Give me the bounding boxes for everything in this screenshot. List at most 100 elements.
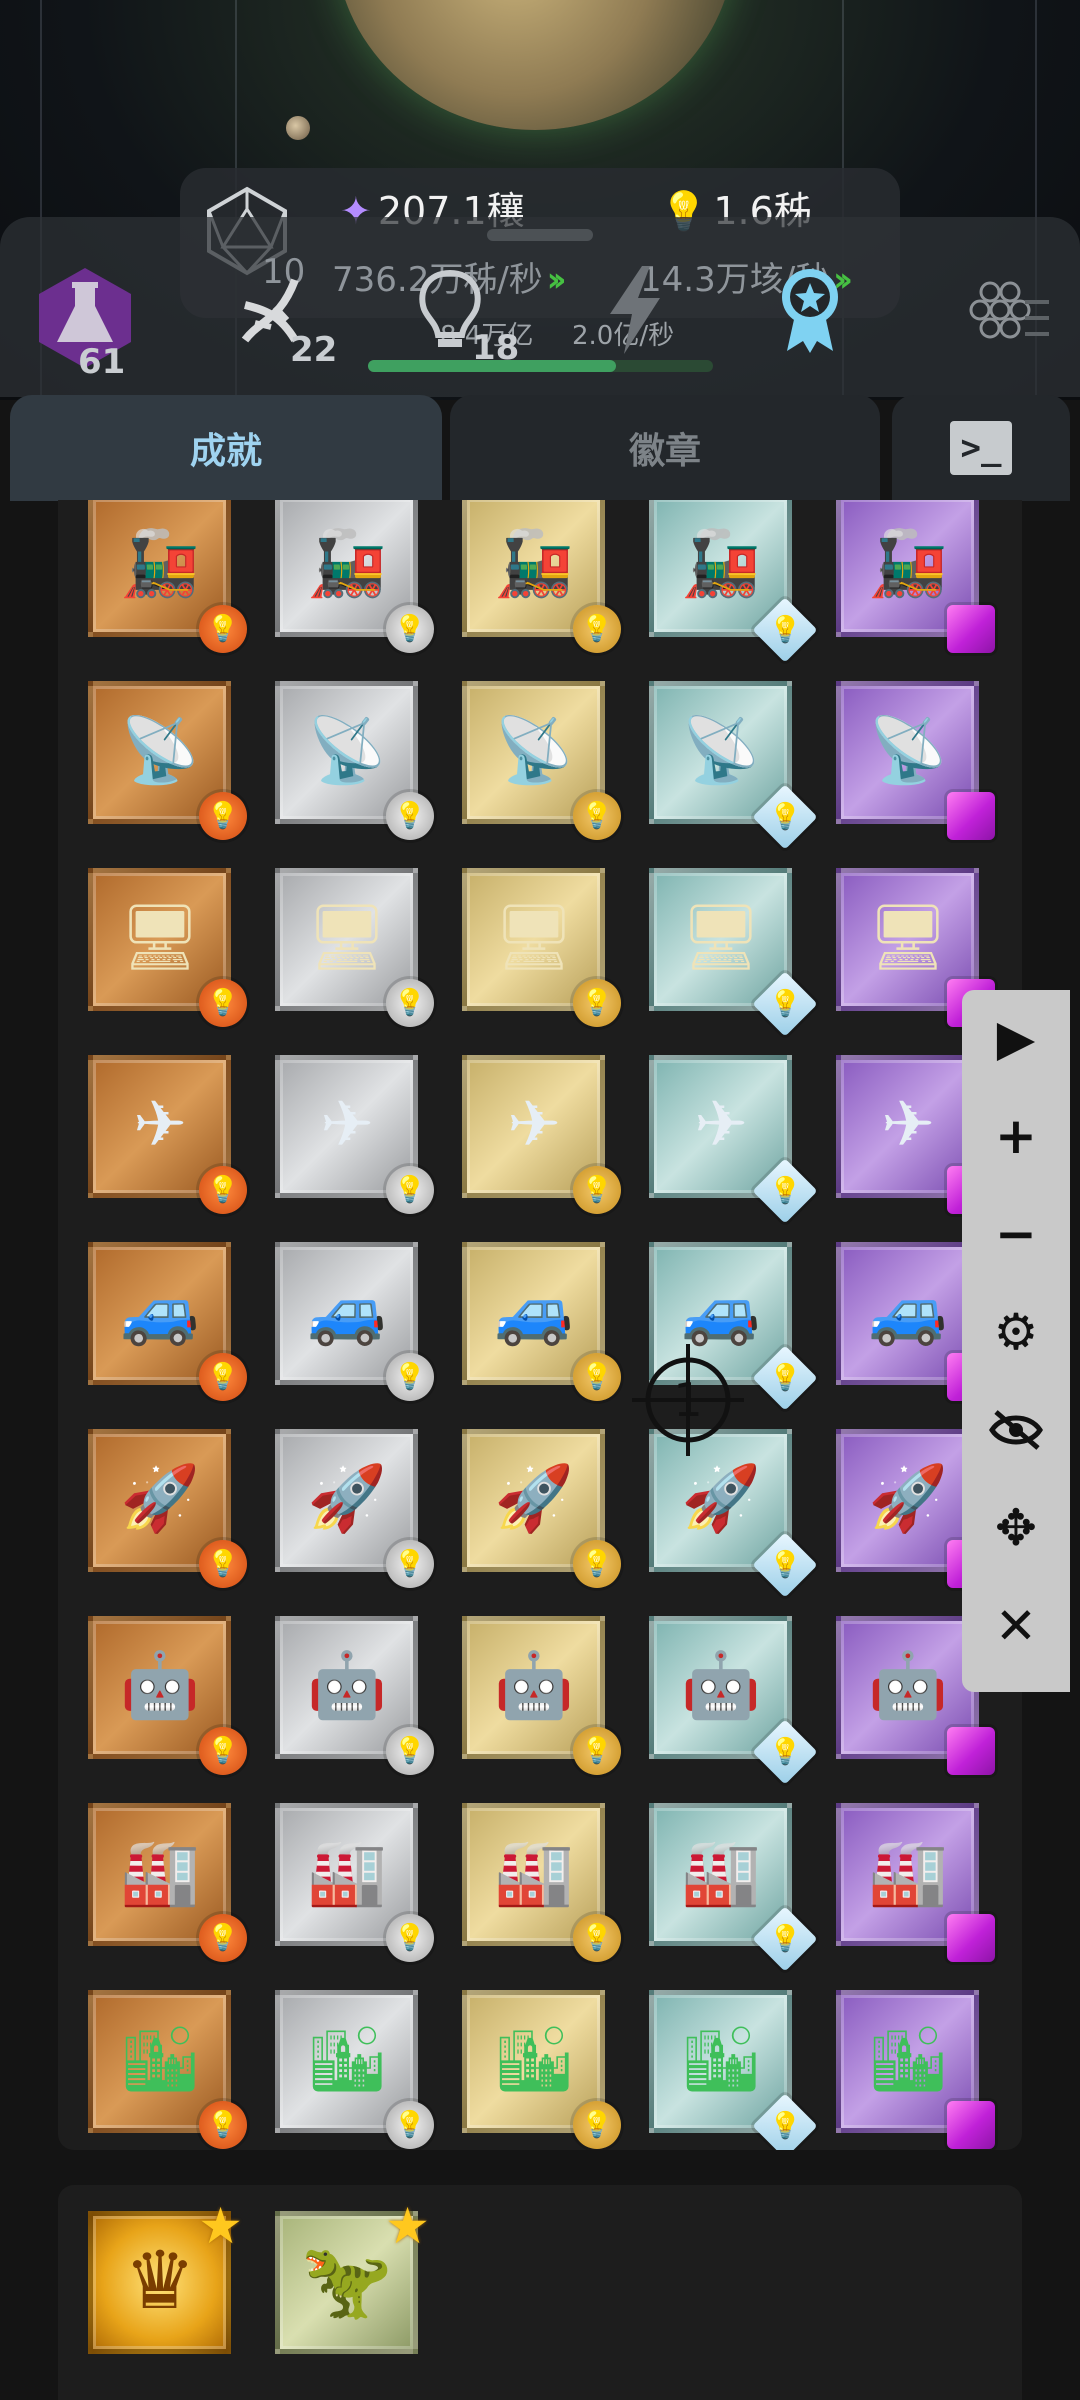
special-badge-crown[interactable]: ♛ ★ [88, 2197, 243, 2354]
tier-bulb-icon: 💡 [206, 1549, 240, 1579]
plane-icon: ✈ [320, 1088, 374, 1162]
achievement-factory-diamond[interactable]: 🏭 💡 [649, 1803, 818, 1972]
achievement-computer-silver[interactable]: 🖥 💡 [275, 868, 434, 1027]
tier-bulb-icon: 💡 [393, 1175, 427, 1205]
achievement-shuttle-amethyst[interactable]: 🚀💡 [836, 1429, 995, 1588]
robot-icon: 🤖 [307, 1649, 387, 1723]
close-button[interactable]: ✕ [962, 1578, 1070, 1674]
achievement-train-amethyst[interactable]: 🚂💡 [836, 500, 995, 653]
tower-icon: 📡 [681, 714, 761, 788]
terminal-icon: >_ [950, 421, 1012, 475]
achievement-rover-amethyst[interactable]: 🚙💡 [836, 1242, 995, 1401]
tower-icon: 📡 [307, 714, 387, 788]
settings-button[interactable]: ⚙ [962, 1284, 1070, 1380]
nav-achievements[interactable] [775, 265, 845, 355]
achievement-computer-bronze[interactable]: 🖥 💡 [88, 868, 247, 1027]
achievement-rover-gold[interactable]: 🚙 💡 [462, 1242, 621, 1401]
achievement-robot-diamond[interactable]: 🤖 💡 [649, 1616, 818, 1785]
achievement-tower-diamond[interactable]: 📡 💡 [649, 681, 818, 850]
achievement-train-bronze[interactable]: 🚂 💡 [88, 500, 247, 653]
achievement-robot-amethyst[interactable]: 🤖💡 [836, 1616, 995, 1775]
tier-bulb-icon: 💡 [768, 1176, 802, 1206]
achievement-plane-silver[interactable]: ✈ 💡 [275, 1055, 434, 1214]
gold-tier-icon: 💡 [573, 1166, 621, 1214]
achievement-train-silver[interactable]: 🚂 💡 [275, 500, 434, 653]
tier-bulb-icon: 💡 [206, 1175, 240, 1205]
achievement-dome-silver[interactable]: 🏙 💡 [275, 1990, 434, 2149]
minus-icon: − [995, 1205, 1037, 1263]
achievement-tower-bronze[interactable]: 📡 💡 [88, 681, 247, 840]
idea-progress-bar [368, 360, 713, 372]
achievement-plane-amethyst[interactable]: ✈💡 [836, 1055, 995, 1214]
crown-icon: ♛ [124, 2234, 196, 2327]
play-icon: ▶ [996, 1009, 1036, 1067]
achievement-train-gold[interactable]: 🚂 💡 [462, 500, 621, 653]
dome-icon: 🏙 [867, 2023, 949, 2097]
achievement-computer-diamond[interactable]: 🖥 💡 [649, 868, 818, 1037]
achievement-computer-gold[interactable]: 🖥 💡 [462, 868, 621, 1027]
tab-achievements[interactable]: 成就 [10, 395, 442, 501]
achievement-dome-gold[interactable]: 🏙 💡 [462, 1990, 621, 2149]
achievement-train-diamond[interactable]: 🚂 💡 [649, 500, 818, 663]
tab-badges[interactable]: 徽章 [450, 395, 880, 501]
floating-tool-panel: ▶ + − ⚙ ✥ ✕ [962, 990, 1070, 1692]
zoom-in-button[interactable]: + [962, 1088, 1070, 1184]
hide-button[interactable] [962, 1382, 1070, 1478]
achievement-plane-bronze[interactable]: ✈ 💡 [88, 1055, 247, 1214]
move-button[interactable]: ✥ [962, 1480, 1070, 1576]
star-icon: ★ [198, 2197, 243, 2255]
achievement-shuttle-bronze[interactable]: 🚀 💡 [88, 1429, 247, 1588]
achievement-robot-silver[interactable]: 🤖 💡 [275, 1616, 434, 1775]
achievement-shuttle-silver[interactable]: 🚀 💡 [275, 1429, 434, 1588]
tier-bulb-icon: 💡 [206, 988, 240, 1018]
achievement-tower-gold[interactable]: 📡 💡 [462, 681, 621, 840]
bronze-tier-icon: 💡 [199, 1540, 247, 1588]
tier-bulb-icon: 💡 [206, 1362, 240, 1392]
achievement-plane-gold[interactable]: ✈ 💡 [462, 1055, 621, 1214]
nav-power[interactable] [600, 262, 670, 357]
achievement-factory-gold[interactable]: 🏭 💡 [462, 1803, 621, 1962]
achievement-tower-silver[interactable]: 📡 💡 [275, 681, 434, 840]
bronze-tier-icon: 💡 [199, 1914, 247, 1962]
achievement-dome-diamond[interactable]: 🏙 💡 [649, 1990, 818, 2150]
shuttle-icon: 🚀 [307, 1462, 387, 1536]
tier-bulb-icon: 💡 [768, 802, 802, 832]
tier-bulb-icon: 💡 [768, 2111, 802, 2141]
tier-bulb-icon: 💡 [393, 988, 427, 1018]
amethyst-tier-icon: 💡 [947, 1914, 995, 1962]
rover-icon: 🚙 [868, 1275, 948, 1349]
achievement-plane-diamond[interactable]: ✈ 💡 [649, 1055, 818, 1224]
achievement-factory-silver[interactable]: 🏭 💡 [275, 1803, 434, 1962]
achievement-computer-amethyst[interactable]: 🖥💡 [836, 868, 995, 1027]
rover-icon: 🚙 [120, 1275, 200, 1349]
zoom-out-button[interactable]: − [962, 1186, 1070, 1282]
achievement-factory-amethyst[interactable]: 🏭💡 [836, 1803, 995, 1962]
tier-bulb-icon: 💡 [393, 1923, 427, 1953]
computer-icon: 🖥 [306, 901, 388, 975]
achievement-factory-bronze[interactable]: 🏭 💡 [88, 1803, 247, 1962]
achievement-robot-bronze[interactable]: 🤖 💡 [88, 1616, 247, 1775]
special-badge-dinosaur[interactable]: 🦖 ★ [275, 2197, 430, 2354]
achievement-shuttle-gold[interactable]: 🚀 💡 [462, 1429, 621, 1588]
achievement-rover-bronze[interactable]: 🚙 💡 [88, 1242, 247, 1401]
tier-bulb-icon: 💡 [393, 1362, 427, 1392]
tower-icon: 📡 [868, 714, 948, 788]
achievement-dome-amethyst[interactable]: 🏙💡 [836, 1990, 995, 2149]
crosshair-icon[interactable]: 1 [628, 1340, 748, 1460]
achievement-tower-amethyst[interactable]: 📡💡 [836, 681, 995, 840]
play-button[interactable]: ▶ [962, 990, 1070, 1086]
dinosaur-icon: 🦖 [300, 2238, 394, 2324]
flask-count: 61 [78, 342, 126, 382]
achievement-dome-bronze[interactable]: 🏙 💡 [88, 1990, 247, 2149]
tab-console[interactable]: >_ [892, 395, 1070, 501]
achievement-rover-silver[interactable]: 🚙 💡 [275, 1242, 434, 1401]
nav-settings-menu[interactable] [945, 262, 1055, 372]
achievement-grid: 🚂💡🚂💡🚂💡🚂💡🚂💡📡💡📡💡📡💡📡💡📡💡🖥💡🖥💡🖥💡🖥💡🖥💡✈💡✈💡✈💡✈💡✈💡… [88, 500, 995, 2150]
tier-bulb-icon: 💡 [768, 615, 802, 645]
gold-tier-icon: 💡 [573, 792, 621, 840]
silver-tier-icon: 💡 [386, 979, 434, 1027]
tier-bulb-icon: 💡 [580, 614, 614, 644]
achievement-robot-gold[interactable]: 🤖 💡 [462, 1616, 621, 1775]
train-icon: 🚂 [681, 527, 761, 601]
tier-bulb-icon: 💡 [580, 1736, 614, 1766]
